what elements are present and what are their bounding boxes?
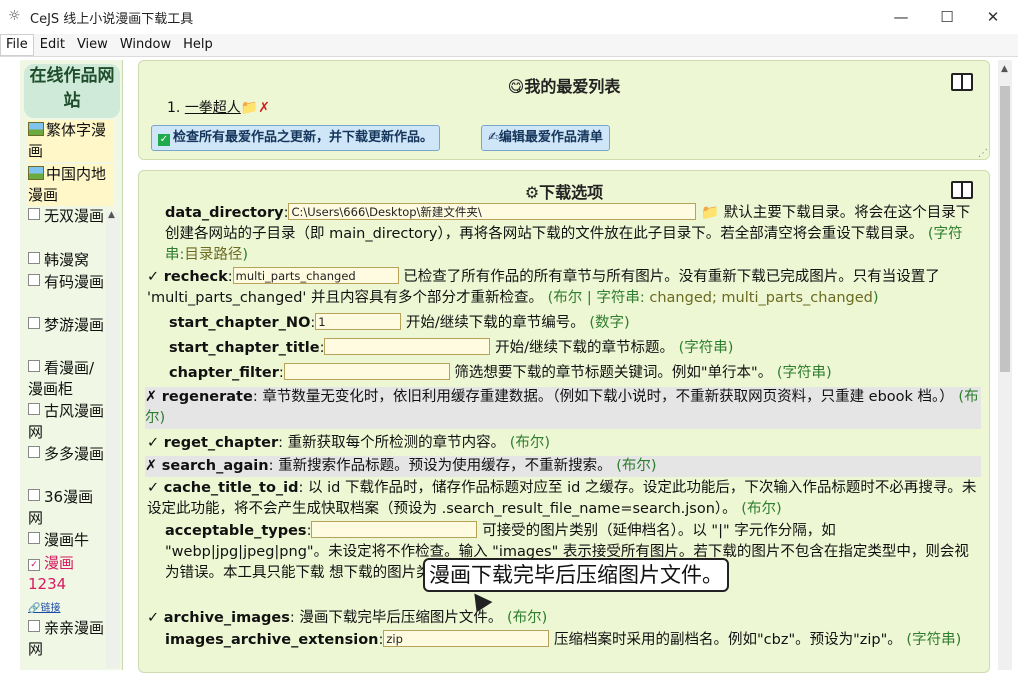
option-start-chapter-no: start_chapter_NO: 1 开始/继续下载的章节编号。 (数字) (169, 313, 630, 331)
link-icon: 🔗 (28, 603, 41, 614)
edit-favorites-button[interactable]: ✍编辑最爱作品清单 (481, 125, 610, 151)
title-bar: ☼ CeJS 线上小说漫画下载工具 — ☐ ✕ (0, 0, 1018, 35)
sidebar-item-site[interactable]: 古风漫画网 (28, 401, 104, 443)
check-mark-icon[interactable]: ✓ (147, 480, 159, 496)
scroll-up-icon[interactable]: ▲ (1001, 64, 1008, 74)
maximize-button[interactable]: ☐ (924, 0, 970, 34)
data-directory-input[interactable]: C:\Users\666\Desktop\新建文件夹\ (288, 203, 697, 220)
options-title: ⚙下载选项 (524, 183, 604, 202)
check-icon: ✓ (158, 134, 170, 146)
checkbox[interactable] (28, 208, 40, 220)
scrollbar-thumb[interactable] (1000, 86, 1010, 372)
sidebar-link[interactable]: 🔗链接 (28, 598, 104, 619)
images-archive-extension-input[interactable]: zip (383, 630, 550, 647)
checkbox[interactable] (28, 274, 40, 286)
sidebar-item-site[interactable]: 无双漫画 (28, 206, 104, 227)
menu-bar: File Edit View Window Help (0, 34, 1018, 57)
acceptable-types-input[interactable] (311, 521, 478, 538)
checkbox[interactable] (28, 403, 40, 415)
book-icon[interactable] (951, 181, 973, 199)
sidebar-item-traditional[interactable]: 繁体字漫画 (28, 120, 114, 162)
sidebar-item-site[interactable]: 韩漫窝 (28, 250, 104, 271)
sidebar-item-mainland[interactable]: 中国内地漫画 (28, 164, 114, 206)
site-sidebar: 在线作品网站 繁体字漫画 中国内地漫画 无双漫画 韩漫窝 有码漫画 梦游漫画 看… (20, 60, 123, 670)
app-icon: ☼ (8, 8, 21, 24)
scroll-up-icon[interactable]: ▲ (108, 210, 115, 220)
sidebar-item-site[interactable]: 亲亲漫画网 (28, 618, 104, 660)
check-mark-icon[interactable]: ✓ (147, 269, 159, 285)
checkbox[interactable] (28, 620, 40, 632)
option-regenerate: ✗ regenerate: 章节数量无变化时，依旧利用缓存重建数据。（例如下载小… (145, 387, 981, 429)
favorite-link[interactable]: 一拳超人 (185, 100, 241, 116)
folder-icon[interactable]: 📁 (241, 100, 258, 116)
option-start-chapter-title: start_chapter_title: 开始/继续下载的章节标题。 (字符串) (169, 338, 734, 356)
main-scrollbar[interactable]: ▲ (998, 60, 1012, 670)
menu-window[interactable]: Window (114, 34, 177, 56)
close-button[interactable]: ✕ (970, 0, 1016, 34)
check-mark-icon[interactable]: ✓ (147, 610, 159, 626)
gear-icon: ⚙ (524, 183, 540, 202)
sidebar-scrollbar[interactable]: ▲ (106, 210, 120, 668)
resize-grip-icon[interactable]: ⋰ (978, 148, 988, 159)
menu-help[interactable]: Help (177, 34, 219, 56)
sidebar-item-site[interactable]: 漫画牛 (28, 530, 104, 551)
option-chapter-filter: chapter_filter: 筛选想要下载的章节标题关键词。例如"单行本"。 … (169, 363, 832, 381)
start-chapter-title-input[interactable] (324, 338, 491, 355)
cross-mark-icon[interactable]: ✗ (145, 458, 157, 474)
check-mark-icon[interactable]: ✓ (147, 435, 159, 451)
sidebar-heading: 在线作品网站 (24, 64, 120, 118)
face-icon: 😋 (507, 77, 525, 96)
sidebar-item-site[interactable]: 多多漫画 (28, 444, 104, 465)
menu-view[interactable]: View (71, 34, 114, 56)
checkbox[interactable] (28, 489, 40, 501)
sidebar-item-site[interactable]: 36漫画网 (28, 487, 104, 529)
option-images-archive-extension: images_archive_extension: zip 压缩档案时采用的副档名… (165, 630, 962, 648)
menu-file[interactable]: File (0, 34, 34, 56)
option-cache-title-to-id: ✓ cache_title_to_id: 以 id 下载作品时，储存作品标题对应… (147, 480, 977, 517)
pencil-icon: ✍ (488, 130, 499, 145)
checkbox[interactable] (28, 532, 40, 544)
option-recheck: ✓ recheck: multi_parts_changed 已检查了所有作品的所… (147, 267, 940, 306)
option-data-directory: data_directory: C:\Users\666\Desktop\新建文件… (165, 203, 971, 263)
folder-icon[interactable]: 📁 (701, 205, 719, 221)
callout-annotation: 漫画下载完毕后压缩图片文件。 (423, 558, 729, 592)
menu-edit[interactable]: Edit (34, 34, 71, 56)
sidebar-item-site[interactable]: 看漫画/漫画柜 (28, 358, 104, 400)
chapter-filter-input[interactable] (283, 363, 450, 380)
checkbox[interactable] (28, 252, 40, 264)
image-icon (28, 166, 44, 180)
sidebar-item-site[interactable]: 有码漫画 (28, 272, 104, 293)
check-updates-button[interactable]: ✓ 检查所有最爱作品之更新，并下载更新作品。 (151, 125, 441, 151)
checkbox-checked[interactable]: ✓ (28, 559, 40, 571)
favorites-panel: 😋我的最爱列表 1. 一拳超人📁✗ ✓ 检查所有最爱作品之更新，并下载更新作品。 … (138, 60, 990, 160)
favorite-item: 1. 一拳超人📁✗ (167, 100, 270, 116)
image-icon (28, 122, 44, 136)
window-title: CeJS 线上小说漫画下载工具 (30, 12, 194, 27)
option-archive-images: ✓ archive_images: 漫画下载完毕后压缩图片文件。 (布尔) (147, 610, 548, 626)
remove-icon[interactable]: ✗ (258, 100, 270, 116)
checkbox[interactable] (28, 317, 40, 329)
book-icon[interactable] (951, 73, 973, 91)
sidebar-item-selected[interactable]: ✓ 漫画1234 (28, 553, 104, 595)
checkbox[interactable] (28, 446, 40, 458)
download-options-panel: ⚙下载选项 data_directory: C:\Users\666\Deskto… (138, 170, 990, 673)
favorites-title: 😋我的最爱列表 (507, 77, 621, 96)
option-reget-chapter: ✓ reget_chapter: 重新获取每个所检测的章节内容。 (布尔) (147, 435, 551, 451)
start-chapter-no-input[interactable]: 1 (315, 313, 402, 330)
sidebar-item-site[interactable]: 梦游漫画 (28, 315, 104, 336)
recheck-input[interactable]: multi_parts_changed (232, 267, 399, 284)
checkbox[interactable] (28, 360, 40, 372)
option-search-again: ✗ search_again: 重新搜索作品标题。预设为使用缓存，不重新搜索。 … (145, 456, 981, 477)
cross-mark-icon[interactable]: ✗ (145, 389, 157, 405)
minimize-button[interactable]: — (878, 0, 924, 34)
